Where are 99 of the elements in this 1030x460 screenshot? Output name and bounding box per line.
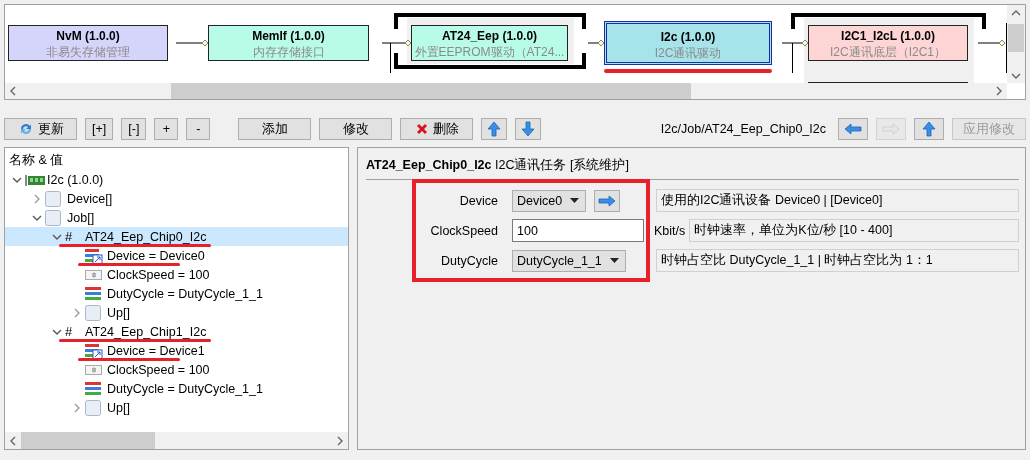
left-arrow-icon <box>844 123 862 135</box>
tree-item-label: AT24_Eep_Chip0_I2c <box>85 229 207 244</box>
spinner-icon <box>85 268 103 281</box>
tree-item[interactable]: Job[] <box>5 208 348 227</box>
scrollbar-thumb[interactable] <box>171 83 691 99</box>
tree-item[interactable]: DutyCycle = DutyCycle_1_1 <box>5 284 348 303</box>
tree-item-label: Up[] <box>107 400 130 415</box>
move-down-button[interactable] <box>515 118 542 140</box>
module-title: MemIf (1.0.0) <box>251 28 326 44</box>
square-icon <box>85 304 101 321</box>
hash-icon: # <box>65 229 85 244</box>
up-arrow-icon <box>922 121 936 137</box>
tree-item-label: Up[] <box>107 305 130 320</box>
field-description: 时钟占空比 DutyCycle_1_1 | 时钟占空比为 1：1 <box>656 249 1019 272</box>
tree-item[interactable]: ClockSpeed = 100 <box>5 360 348 379</box>
toolbar-button[interactable]: 更新 <box>4 118 77 140</box>
field-description: 使用的I2C通讯设备 Device0 | [Device0] <box>656 189 1019 212</box>
go-to-button[interactable] <box>594 189 621 212</box>
tree-item[interactable]: DutyCycle = DutyCycle_1_1 <box>5 379 348 398</box>
square-icon <box>45 190 61 207</box>
horizontal-scrollbar[interactable] <box>5 83 1007 99</box>
module-node[interactable]: I2C1_I2cL (1.0.0) I2C通讯底层（I2C1） <box>808 25 968 61</box>
stacked-list-icon <box>85 380 103 397</box>
dropdown[interactable]: DutyCycle_1_1 <box>512 249 626 272</box>
spinner-icon <box>85 363 103 376</box>
hash-icon: # <box>65 324 85 339</box>
vertical-scrollbar[interactable] <box>1007 5 1025 83</box>
module-description: I2C通讯驱动 <box>653 45 723 61</box>
field-label: DutyCycle <box>440 253 499 268</box>
module-title: NvM (1.0.0) <box>55 28 121 44</box>
caret-icon <box>609 258 619 263</box>
toolbar-button[interactable]: + <box>154 118 179 140</box>
tree-item-label: AT24_Eep_Chip1_I2c <box>85 324 207 339</box>
tree-item[interactable]: # AT24_Eep_Chip0_I2c <box>5 227 348 246</box>
up-level-button[interactable] <box>914 118 944 140</box>
expand-icon[interactable] <box>72 402 82 413</box>
field-label: ClockSpeed <box>429 223 499 238</box>
toolbar-button[interactable]: - <box>186 118 211 140</box>
square-icon <box>45 209 61 226</box>
expand-icon[interactable] <box>72 307 82 318</box>
tree-item-label: Device = Device0 <box>107 248 205 263</box>
stacked-list-icon <box>85 285 103 302</box>
right-arrow-icon <box>882 123 900 135</box>
panel-title: AT24_Eep_Chip0_I2c I2C通讯任务 [系统维护] <box>366 148 1019 180</box>
module-node[interactable]: NvM (1.0.0) 非易失存储管理 <box>8 25 168 61</box>
up-arrow-icon <box>487 121 502 137</box>
tree-item[interactable]: Device = Device0 <box>5 246 348 265</box>
tree-item-label: Job[] <box>67 210 95 225</box>
horizontal-scrollbar[interactable] <box>5 432 348 449</box>
toolbar-button[interactable]: [-] <box>121 118 147 140</box>
module-node[interactable]: AT24_Eep (1.0.0) 外置EEPROM驱动（AT24... <box>411 25 568 61</box>
input-field[interactable]: 100 <box>512 219 644 242</box>
toolbar-button[interactable]: [+] <box>85 118 114 140</box>
back-button[interactable] <box>838 118 868 140</box>
tree-item[interactable]: I2c (1.0.0) <box>5 170 348 189</box>
tree-item-label: ClockSpeed = 100 <box>107 267 210 282</box>
field-label: Device <box>458 193 499 208</box>
tree-item[interactable]: Device = Device1 <box>5 341 348 360</box>
list-link-icon <box>85 342 103 359</box>
move-up-button[interactable] <box>481 118 508 140</box>
caret-icon <box>570 198 580 203</box>
tree-item-label: Device[] <box>67 191 113 206</box>
tree-item-label: ClockSpeed = 100 <box>107 362 210 377</box>
connector-line <box>176 39 209 47</box>
module-title: I2C1_I2cL (1.0.0) <box>840 28 936 44</box>
dropdown[interactable]: Device0 <box>512 189 587 212</box>
module-description: I2C通讯底层（I2C1） <box>829 44 947 60</box>
tree-item[interactable]: Device[] <box>5 189 348 208</box>
tree-item[interactable]: # AT24_Eep_Chip1_I2c <box>5 322 348 341</box>
down-arrow-icon <box>521 121 536 137</box>
circuit-board-icon <box>25 173 45 186</box>
tree-item[interactable]: ClockSpeed = 100 <box>5 265 348 284</box>
scrollbar-thumb[interactable] <box>1008 24 1024 52</box>
module-description: 外置EEPROM驱动（AT24... <box>413 44 566 60</box>
list-link-icon <box>85 247 103 264</box>
tree-item[interactable]: Up[] <box>5 303 348 322</box>
column-header: 名称 & 值 <box>8 152 65 169</box>
field-description: 时钟速率，单位为K位/秒 [10 - 400] <box>689 219 1019 242</box>
square-icon <box>85 399 101 416</box>
expand-icon[interactable] <box>32 193 42 204</box>
tree-item-label: DutyCycle = DutyCycle_1_1 <box>107 381 263 396</box>
module-node[interactable]: I2c (1.0.0) I2C通讯驱动 <box>604 21 772 65</box>
connector-line <box>588 39 605 47</box>
toolbar-button[interactable]: 添加 <box>238 118 312 140</box>
breadcrumb-path: I2c/Job/AT24_Eep_Chip0_I2c <box>660 122 826 136</box>
scrollbar-thumb[interactable] <box>21 432 155 449</box>
tree-item-label: Device = Device1 <box>107 343 205 358</box>
toolbar-button[interactable]: 修改 <box>319 118 393 140</box>
unit-label: Kbit/s <box>653 223 686 238</box>
tree-item-label: DutyCycle = DutyCycle_1_1 <box>107 286 263 301</box>
module-description: 非易失存储管理 <box>45 44 131 60</box>
module-title: I2c (1.0.0) <box>659 29 717 45</box>
tree-item[interactable]: Up[] <box>5 398 348 417</box>
toolbar-button[interactable]: 删除 <box>400 118 474 140</box>
module-title: AT24_Eep (1.0.0) <box>440 28 539 44</box>
tree-item-label: I2c (1.0.0) <box>47 172 104 187</box>
module-node[interactable]: MemIf (1.0.0) 内存存储接口 <box>208 25 369 61</box>
right-arrow-icon <box>598 194 617 207</box>
module-description: 内存存储接口 <box>251 44 326 60</box>
